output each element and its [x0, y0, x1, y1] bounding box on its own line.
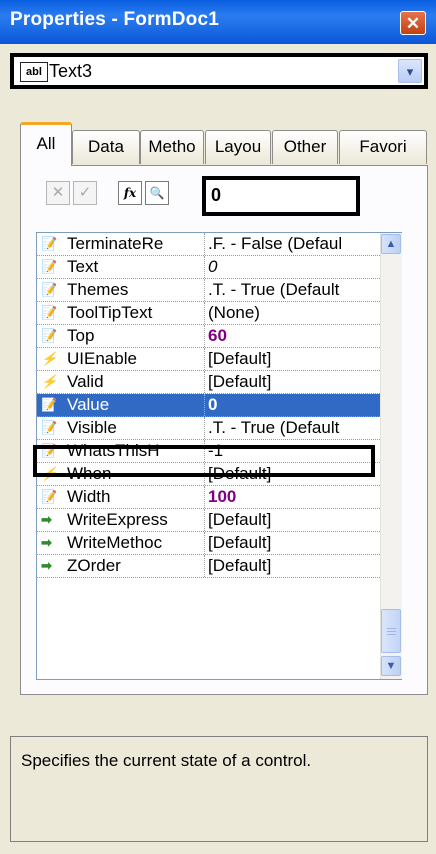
description-pane: Specifies the current state of a control…: [10, 736, 428, 842]
object-selector-dropdown[interactable]: abl Text3 ▾: [10, 53, 428, 89]
property-name: Valid: [67, 372, 104, 391]
vertical-scrollbar[interactable]: ▲ ▼: [380, 233, 402, 679]
dropdown-arrow-icon[interactable]: ▾: [398, 59, 422, 83]
property-value: .T. - True (Default: [208, 418, 340, 437]
property-name: Value: [67, 395, 110, 414]
event-icon: ⚡: [41, 374, 58, 389]
function-builder-button[interactable]: fx: [118, 181, 142, 205]
property-icon: 📝: [41, 443, 58, 458]
property-row-visible[interactable]: 📝 Visible .T. - True (Default: [37, 417, 380, 440]
object-selector-value: Text3: [49, 61, 93, 81]
property-value: [Default]: [208, 464, 272, 483]
scroll-thumb[interactable]: [381, 609, 401, 653]
property-icon: 📝: [41, 420, 58, 435]
method-icon: ➡: [41, 535, 52, 550]
property-value: 0: [208, 257, 218, 276]
property-value: 100: [208, 487, 237, 506]
tab-methods[interactable]: Metho: [140, 130, 204, 164]
property-icon: 📝: [41, 282, 58, 297]
scroll-up-button[interactable]: ▲: [381, 234, 401, 254]
description-text: Specifies the current state of a control…: [21, 751, 312, 770]
property-value: (None): [208, 303, 260, 322]
cancel-edit-button[interactable]: ✕: [46, 181, 70, 205]
property-row-zorder[interactable]: ➡ ZOrder [Default]: [37, 555, 380, 578]
event-icon: ⚡: [41, 466, 58, 481]
property-row-value[interactable]: 📝 Value 0: [37, 394, 380, 417]
accept-edit-button[interactable]: ✓: [73, 181, 97, 205]
property-icon: 📝: [41, 236, 58, 251]
property-icon: 📝: [41, 305, 58, 320]
properties-window: Properties - FormDoc1 ✕ abl Text3 ▾ All …: [0, 0, 436, 854]
tab-favorites[interactable]: Favori: [339, 130, 427, 164]
close-button[interactable]: ✕: [400, 11, 426, 35]
property-row-themes[interactable]: 📝 Themes .T. - True (Default: [37, 279, 380, 302]
property-row-uienable[interactable]: ⚡ UIEnable [Default]: [37, 348, 380, 371]
property-row-text[interactable]: 📝 Text 0: [37, 256, 380, 279]
property-icon: 📝: [41, 259, 58, 274]
property-row-when[interactable]: ⚡ When [Default]: [37, 463, 380, 486]
property-name: Top: [67, 326, 95, 345]
property-name: When: [67, 464, 112, 483]
scroll-down-button[interactable]: ▼: [381, 656, 401, 676]
property-name: UIEnable: [67, 349, 137, 368]
property-name: WhatsThisH: [67, 441, 160, 460]
property-icon: 📝: [41, 489, 58, 504]
property-value: [Default]: [208, 372, 272, 391]
property-value: [Default]: [208, 533, 272, 552]
property-row-width[interactable]: 📝 Width 100: [37, 486, 380, 509]
property-value: -1: [208, 441, 224, 460]
zoom-button[interactable]: 🔍: [145, 181, 169, 205]
property-value: 60: [208, 326, 227, 345]
property-name: TerminateRe: [67, 234, 164, 253]
textbox-control-icon: abl: [20, 62, 48, 82]
magnifier-icon: 🔍: [149, 186, 165, 200]
property-icon: 📝: [41, 328, 58, 343]
property-row-valid[interactable]: ⚡ Valid [Default]: [37, 371, 380, 394]
property-value: 0: [208, 395, 218, 414]
event-icon: ⚡: [41, 351, 58, 366]
tab-layout[interactable]: Layou: [205, 130, 271, 164]
tab-data[interactable]: Data: [72, 130, 140, 164]
property-name: Width: [67, 487, 111, 506]
property-row-writeexpression[interactable]: ➡ WriteExpress [Default]: [37, 509, 380, 532]
property-name: ToolTipText: [67, 303, 153, 322]
property-name: Visible: [67, 418, 117, 437]
property-name: WriteMethoc: [67, 533, 163, 552]
tab-all[interactable]: All: [20, 122, 72, 166]
tab-other[interactable]: Other: [272, 130, 338, 164]
method-icon: ➡: [41, 558, 52, 573]
title-bar[interactable]: Properties - FormDoc1 ✕: [0, 0, 436, 44]
property-row-terminateread[interactable]: 📝 TerminateRe .F. - False (Defaul: [37, 233, 380, 256]
property-value: [Default]: [208, 510, 272, 529]
property-value: [Default]: [208, 556, 272, 575]
window-title: Properties - FormDoc1: [10, 9, 220, 30]
property-row-writemethod[interactable]: ➡ WriteMethoc [Default]: [37, 532, 380, 555]
property-value: .F. - False (Defaul: [208, 234, 343, 253]
property-row-tooltiptext[interactable]: 📝 ToolTipText (None): [37, 302, 380, 325]
property-name: WriteExpress: [67, 510, 168, 529]
property-row-whatsthishelpid[interactable]: 📝 WhatsThisH -1: [37, 440, 380, 463]
property-value-input[interactable]: 0: [202, 176, 360, 216]
property-value: .T. - True (Default: [208, 280, 340, 299]
property-grid: 📝 TerminateRe .F. - False (Defaul 📝 Text…: [36, 232, 402, 680]
property-icon: 📝: [41, 397, 58, 412]
property-row-top[interactable]: 📝 Top 60: [37, 325, 380, 348]
method-icon: ➡: [41, 512, 52, 527]
property-name: Themes: [67, 280, 129, 299]
property-value: [Default]: [208, 349, 272, 368]
property-name: Text: [67, 257, 99, 276]
property-name: ZOrder: [67, 556, 121, 575]
